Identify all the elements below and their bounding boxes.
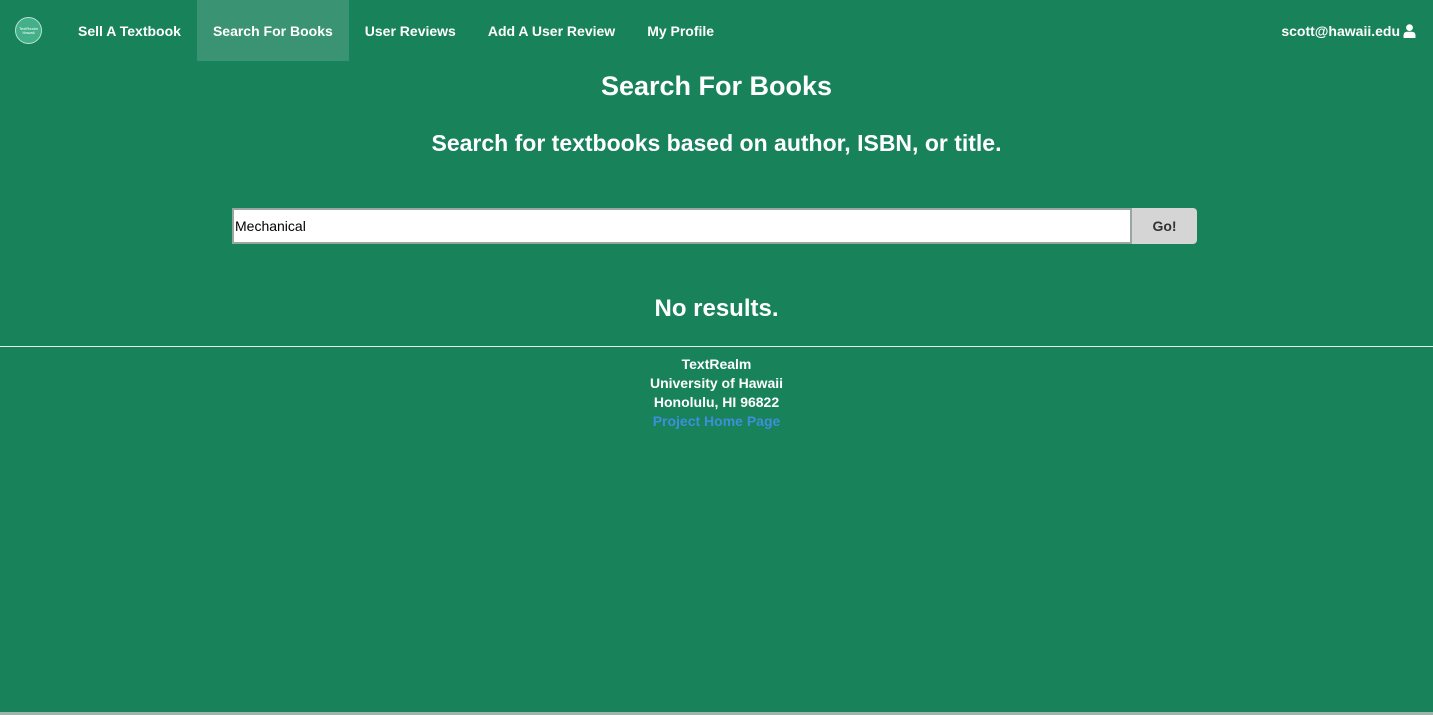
no-results-message: No results. [654,295,779,322]
page-title: Search For Books [600,71,833,101]
search-input[interactable] [232,208,1132,244]
footer-site-name: TextRealm [681,356,752,372]
search-form: Go! [232,208,1197,244]
nav-item-search-for-books[interactable]: Search For Books [196,0,349,61]
nav-item-my-profile[interactable]: My Profile [631,0,730,61]
project-home-page-link[interactable]: Project Home Page [653,412,781,431]
user-icon [1403,23,1416,38]
nav-item-user-reviews[interactable]: User Reviews [349,0,472,61]
nav-menu: Sell A Textbook Search For Books User Re… [62,0,730,61]
logo-icon[interactable]: TextRealm Hawaii [15,17,42,44]
top-navbar: TextRealm Hawaii Sell A Textbook Search … [0,0,1433,61]
go-button[interactable]: Go! [1132,208,1197,244]
footer-address: Honolulu, HI 96822 [653,394,780,410]
footer: TextRealm University of Hawaii Honolulu,… [0,355,1433,431]
logo-text-line2: Hawaii [22,29,35,35]
nav-item-sell-a-textbook[interactable]: Sell A Textbook [62,0,197,61]
page-subtitle: Search for textbooks based on author, IS… [431,130,1002,156]
footer-university: University of Hawaii [649,375,784,391]
nav-item-add-a-user-review[interactable]: Add A User Review [472,0,631,61]
user-menu[interactable]: scott@hawaii.edu [1281,0,1416,61]
footer-divider [0,346,1433,347]
user-email: scott@hawaii.edu [1281,22,1400,39]
